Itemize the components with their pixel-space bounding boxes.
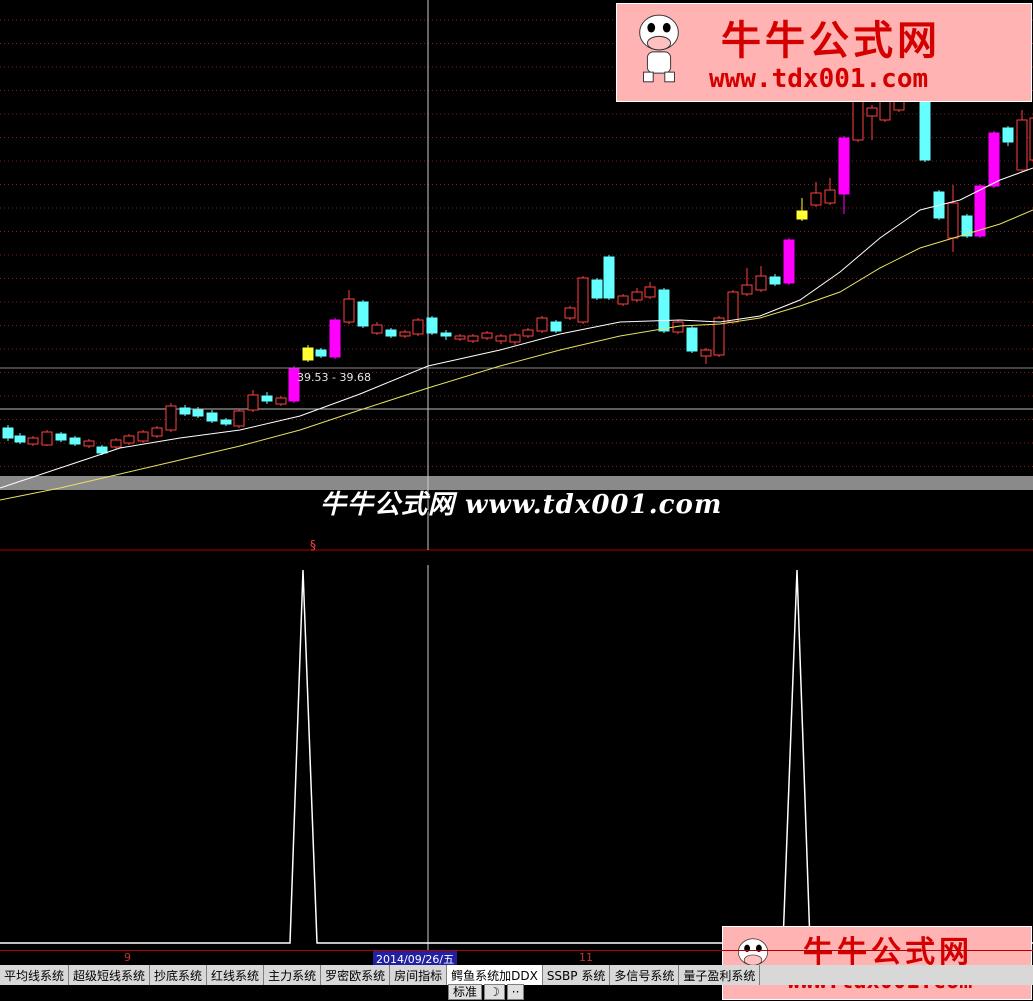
candle-body xyxy=(454,335,466,340)
candle-body xyxy=(866,107,878,117)
cow-mascot-icon xyxy=(639,14,679,83)
candle-body xyxy=(617,295,629,305)
candle-body xyxy=(275,397,287,405)
candle-body xyxy=(206,412,218,422)
candle-body xyxy=(810,192,822,206)
candle-body xyxy=(467,335,479,342)
candle-body xyxy=(536,317,548,332)
candle-body xyxy=(110,439,122,448)
candle-body xyxy=(371,324,383,334)
candle-body xyxy=(879,99,891,121)
candle-body xyxy=(302,347,314,361)
price-range-label: 39.53 - 39.68 xyxy=(297,371,371,384)
axis-tick-11: 11 xyxy=(579,951,593,964)
moon-icon[interactable]: ☽ xyxy=(484,984,505,1000)
candle-body xyxy=(631,291,643,301)
candle-body xyxy=(14,435,26,443)
candle-body xyxy=(727,291,739,323)
candle-body xyxy=(988,132,1000,187)
candle-body xyxy=(919,99,931,161)
tab-indicator[interactable]: 平均线系统 xyxy=(0,965,70,985)
candle-body xyxy=(1016,119,1028,171)
candle-body xyxy=(700,349,712,357)
candle-body xyxy=(27,437,39,445)
candle-body xyxy=(564,307,576,319)
candle-body xyxy=(220,419,232,425)
candle-body xyxy=(603,256,615,299)
top-banner[interactable]: 牛牛公式网 www.tdx001.com xyxy=(616,3,1032,102)
candle-body xyxy=(426,317,438,334)
candle-body xyxy=(495,335,507,342)
candle-body xyxy=(233,410,245,427)
ma-line-white xyxy=(0,167,1033,489)
candle-body xyxy=(179,407,191,415)
candle-body xyxy=(412,319,424,335)
candle-body xyxy=(550,321,562,332)
candle-body xyxy=(55,433,67,441)
candle-body xyxy=(509,334,521,343)
candle-body xyxy=(385,329,397,337)
tab-indicator[interactable]: 多信号系统 xyxy=(610,965,680,985)
candle-body xyxy=(783,239,795,284)
candle-body xyxy=(329,319,341,358)
indicator-tabs: 平均线系统 超级短线系统 抄底系统 红线系统 主力系统 罗密欧系统 房间指标 鳄… xyxy=(0,965,1033,985)
candle-body xyxy=(838,137,850,195)
candle-body xyxy=(399,331,411,337)
ma-line-yellow xyxy=(0,209,1033,501)
candle-body xyxy=(440,332,452,337)
signal-marker: § xyxy=(310,538,316,552)
candle-body xyxy=(741,284,753,295)
candle-body xyxy=(1002,127,1014,143)
tab-indicator[interactable]: 量子盈利系统 xyxy=(679,965,761,985)
candle-body xyxy=(947,202,959,239)
candle-body xyxy=(769,276,781,285)
candle-body xyxy=(165,405,177,431)
candle-body xyxy=(69,437,81,445)
banner-url: www.tdx001.com xyxy=(709,64,929,94)
tab-indicator[interactable]: 红线系统 xyxy=(207,965,265,985)
standard-button[interactable]: 标准 xyxy=(448,984,483,1000)
center-watermark: 牛牛公式网 www.tdx001.com xyxy=(320,490,723,520)
tab-indicator[interactable]: 超级短线系统 xyxy=(69,965,151,985)
candle-body xyxy=(357,301,369,327)
candle-body xyxy=(852,99,864,141)
candle-body xyxy=(315,349,327,357)
signal-indicator-line xyxy=(0,569,1033,944)
candle-body xyxy=(824,189,836,204)
candle-body xyxy=(192,409,204,417)
candle-body xyxy=(481,332,493,339)
candle-body xyxy=(644,286,656,298)
tab-indicator[interactable]: 抄底系统 xyxy=(150,965,208,985)
tab-indicator[interactable]: 房间指标 xyxy=(390,965,448,985)
candle-body xyxy=(658,289,670,332)
candle-body xyxy=(123,435,135,444)
banner-title: 牛牛公式网 xyxy=(721,17,941,64)
candle-body xyxy=(41,431,53,446)
dots-icon[interactable]: ·· xyxy=(506,984,525,1000)
tab-indicator[interactable]: SSBP 系统 xyxy=(543,965,611,985)
candle-body xyxy=(96,446,108,454)
tab-indicator[interactable]: 主力系统 xyxy=(264,965,322,985)
candle-body xyxy=(522,329,534,337)
candle-body xyxy=(343,298,355,323)
candle-body xyxy=(755,275,767,291)
tab-indicator[interactable]: 罗密欧系统 xyxy=(321,965,391,985)
bottom-toolbar: 标准 ☽ ·· xyxy=(448,984,525,1000)
candle-body xyxy=(137,431,149,442)
candle-body xyxy=(591,279,603,299)
candle-body xyxy=(151,427,163,437)
candle-body xyxy=(2,427,14,439)
candle-body xyxy=(247,394,259,411)
candle-body xyxy=(577,277,589,323)
candle-body xyxy=(261,395,273,402)
candle-body xyxy=(796,210,808,220)
candle-body xyxy=(83,440,95,447)
time-axis: 9 2014/09/26/五 11 xyxy=(0,950,1033,967)
tab-indicator-active[interactable]: 鳄鱼系统加DDX xyxy=(447,965,543,985)
candle-body xyxy=(686,327,698,352)
axis-tick-9: 9 xyxy=(124,951,131,964)
